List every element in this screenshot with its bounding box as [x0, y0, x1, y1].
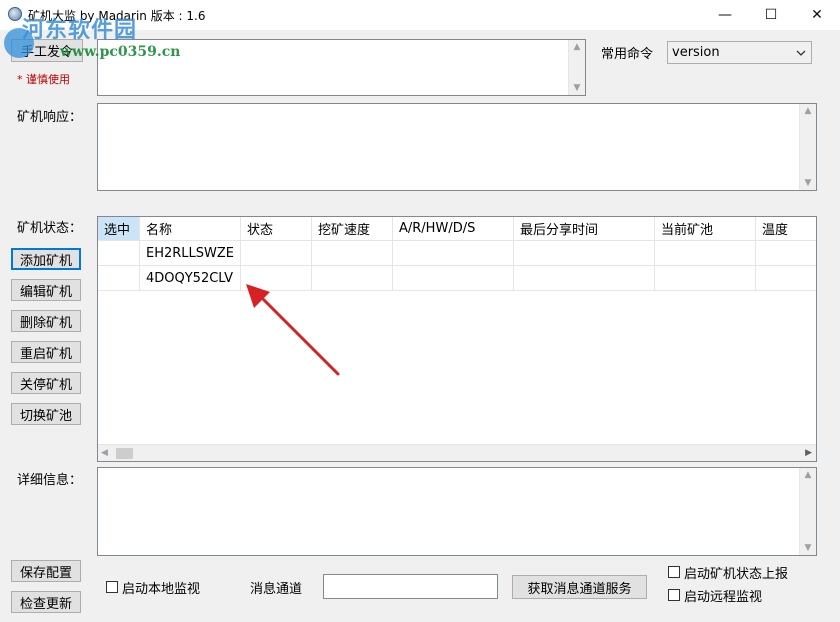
command-scrollbar[interactable]: ▲ ▼ [568, 40, 585, 95]
watermark-url: www.pc0359.cn [60, 44, 181, 60]
edit-miner-button[interactable]: 编辑矿机 [11, 279, 81, 301]
column-header-name[interactable]: 名称 [140, 217, 241, 241]
scroll-down-icon[interactable]: ▼ [569, 83, 585, 93]
column-header-speed[interactable]: 挖矿速度 [312, 217, 393, 241]
column-header-last-share[interactable]: 最后分享时间 [514, 217, 655, 241]
app-icon [8, 7, 22, 21]
row2-last-share-cell[interactable] [514, 266, 655, 291]
add-miner-button[interactable]: 添加矿机 [11, 248, 81, 270]
minimize-button[interactable]: — [702, 0, 748, 30]
switch-pool-button[interactable]: 切换矿池 [11, 403, 81, 425]
column-header-ar-hw[interactable]: A/R/HW/D/S [393, 217, 514, 241]
scroll-up-icon[interactable]: ▲ [800, 470, 816, 480]
message-channel-label: 消息通道 [250, 582, 303, 597]
report-status-checkbox[interactable] [668, 566, 680, 578]
table-horizontal-scrollbar[interactable]: ◀ ▶ [98, 444, 816, 461]
column-header-temp[interactable]: 温度 [756, 217, 816, 241]
response-label: 矿机响应： [17, 110, 83, 125]
row1-name-cell[interactable]: EH2RLLSWZE [140, 241, 241, 266]
scroll-right-icon[interactable]: ▶ [805, 448, 812, 458]
scroll-thumb[interactable] [116, 448, 133, 459]
row2-selected-cell[interactable] [98, 266, 140, 291]
check-update-button[interactable]: 检查更新 [11, 591, 81, 613]
scroll-down-icon[interactable]: ▼ [800, 178, 816, 188]
local-monitor-checkbox[interactable] [106, 581, 118, 593]
status-label: 矿机状态： [17, 221, 83, 236]
row1-pool-cell[interactable] [655, 241, 756, 266]
miner-table[interactable]: 选中 名称 状态 挖矿速度 A/R/HW/D/S 最后分享时间 当前矿池 温度 … [97, 216, 817, 462]
details-output[interactable]: ▲ ▼ [97, 467, 817, 556]
response-scrollbar[interactable]: ▲ ▼ [799, 104, 816, 190]
row1-last-share-cell[interactable] [514, 241, 655, 266]
row1-temp-cell[interactable] [756, 241, 816, 266]
row2-pool-cell[interactable] [655, 266, 756, 291]
scroll-up-icon[interactable]: ▲ [800, 106, 816, 116]
local-monitor-label[interactable]: 启动本地监视 [122, 578, 200, 597]
save-config-button[interactable]: 保存配置 [11, 560, 81, 582]
row1-ar-cell[interactable] [393, 241, 514, 266]
row2-temp-cell[interactable] [756, 266, 816, 291]
common-commands-select[interactable]: version [667, 41, 812, 64]
column-header-state[interactable]: 状态 [241, 217, 312, 241]
remote-monitor-checkbox[interactable] [668, 589, 680, 601]
row2-name-cell[interactable]: 4DOQY52CLV [140, 266, 241, 291]
response-output[interactable]: ▲ ▼ [97, 103, 817, 191]
get-channel-service-button[interactable]: 获取消息通道服务 [512, 575, 647, 599]
delete-miner-button[interactable]: 删除矿机 [11, 310, 81, 332]
report-status-label[interactable]: 启动矿机状态上报 [684, 563, 788, 582]
row1-speed-cell[interactable] [312, 241, 393, 266]
maximize-button[interactable]: ☐ [748, 0, 794, 30]
column-header-selected[interactable]: 选中 [98, 217, 140, 241]
row1-state-cell[interactable] [241, 241, 312, 266]
details-label: 详细信息： [17, 473, 83, 488]
scroll-up-icon[interactable]: ▲ [569, 42, 585, 52]
close-button[interactable]: ✕ [794, 0, 840, 30]
annotation-arrow-icon [246, 284, 340, 376]
chevron-down-icon [796, 50, 806, 56]
details-scrollbar[interactable]: ▲ ▼ [799, 468, 816, 555]
column-header-pool[interactable]: 当前矿池 [655, 217, 756, 241]
stop-miner-button[interactable]: 关停矿机 [11, 372, 81, 394]
watermark-text: 河东软件园 [22, 17, 138, 43]
scroll-down-icon[interactable]: ▼ [800, 543, 816, 553]
scroll-left-icon[interactable]: ◀ [101, 448, 108, 458]
row1-selected-cell[interactable] [98, 241, 140, 266]
common-commands-label: 常用命令 [601, 47, 654, 62]
caution-note: * 谨慎使用 [17, 73, 70, 86]
remote-monitor-label[interactable]: 启动远程监视 [684, 586, 762, 605]
message-channel-input[interactable] [323, 574, 498, 599]
row2-ar-cell[interactable] [393, 266, 514, 291]
restart-miner-button[interactable]: 重启矿机 [11, 341, 81, 363]
